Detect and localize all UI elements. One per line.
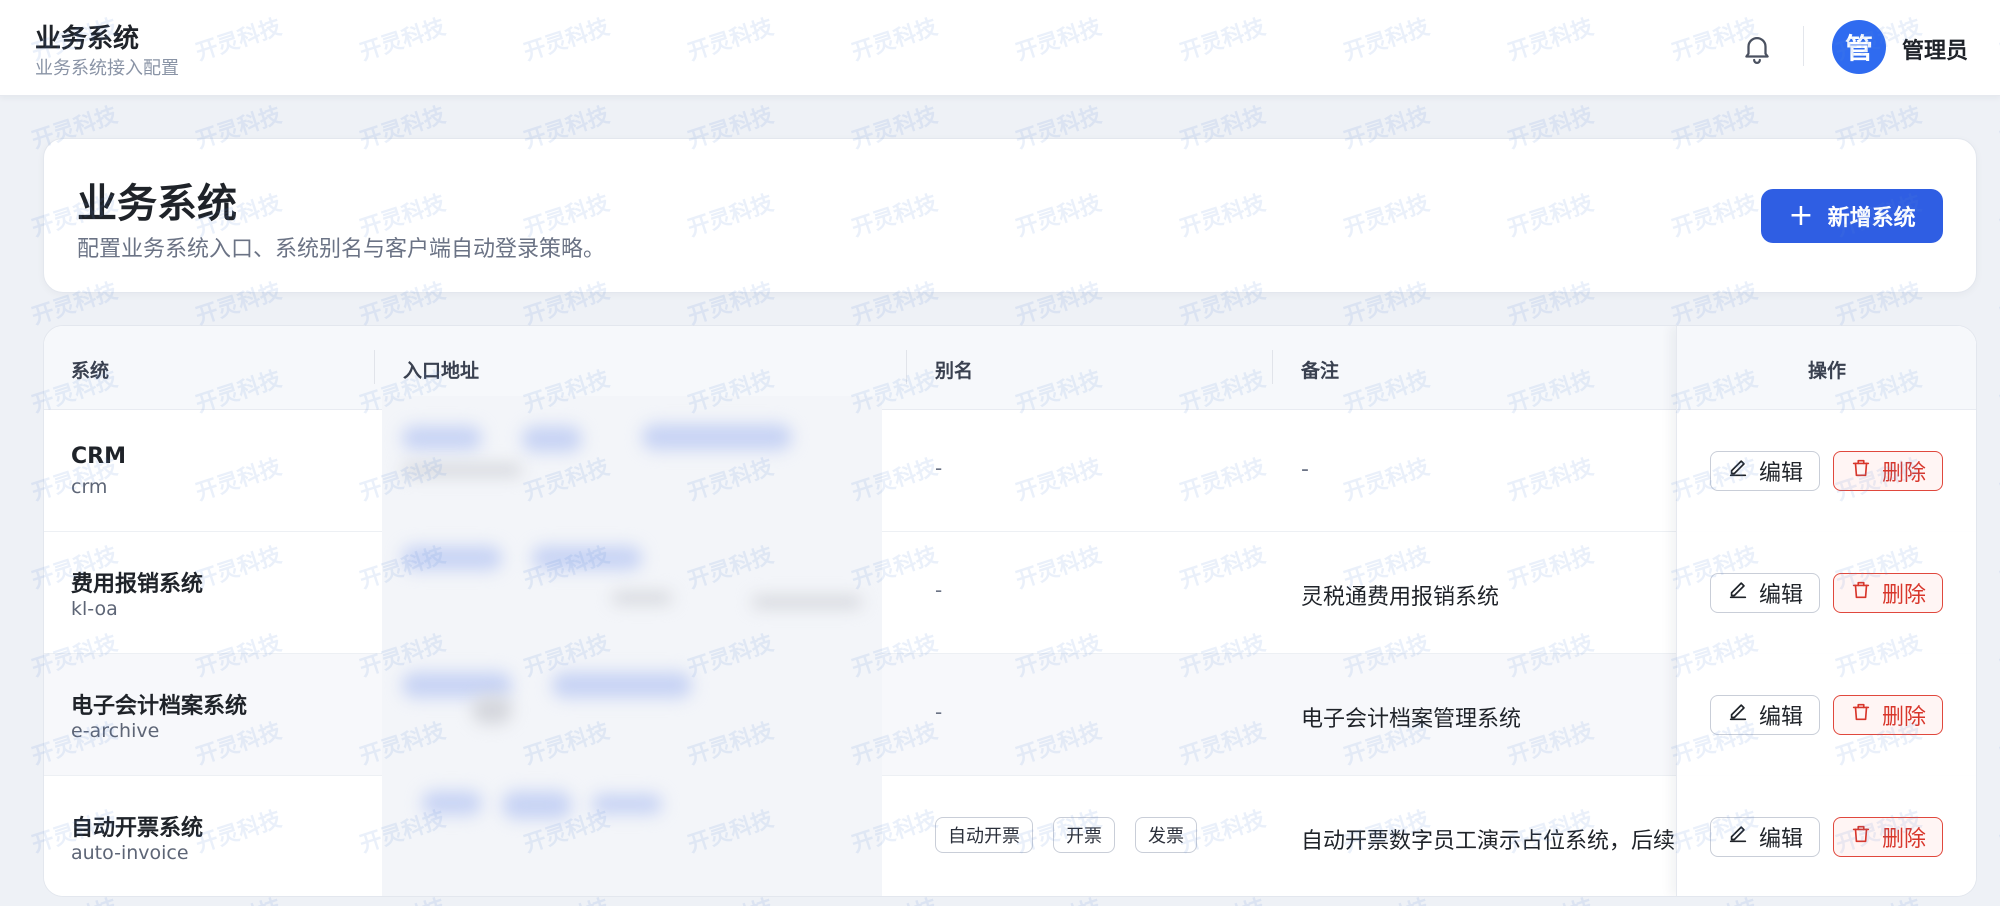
trash-icon: [1850, 701, 1872, 729]
watermark-text: 开灵科技: [1997, 366, 2000, 418]
add-system-button[interactable]: + 新增系统: [1761, 189, 1943, 243]
alias-tag: 自动开票: [935, 817, 1033, 853]
column-divider: [1272, 350, 1273, 384]
page-header-card: 业务系统 配置业务系统入口、系统别名与客户端自动登录策略。 + 新增系统: [43, 138, 1977, 293]
delete-label: 删除: [1881, 705, 1926, 730]
column-divider: [374, 350, 375, 384]
system-code: crm: [71, 476, 108, 498]
user-name[interactable]: 管理员: [1902, 33, 1968, 65]
app-subtitle: 业务系统接入配置: [35, 58, 179, 79]
edit-icon: [1727, 701, 1749, 729]
plus-icon: +: [1788, 198, 1814, 233]
add-system-label: 新增系统: [1827, 206, 1916, 231]
alias-tag: 开票: [1053, 817, 1115, 853]
app-title: 业务系统: [35, 24, 140, 54]
delete-button[interactable]: 删除: [1833, 817, 1943, 857]
column-header-url[interactable]: 入口地址: [403, 356, 479, 383]
alias-value: -: [935, 700, 943, 724]
edit-button[interactable]: 编辑: [1710, 451, 1820, 491]
remark-value: -: [1301, 457, 1309, 482]
page-title: 业务系统: [77, 181, 237, 227]
trash-icon: [1850, 457, 1872, 485]
remark-value: 电子会计档案管理系统: [1301, 707, 1522, 732]
system-code: kl-oa: [71, 598, 118, 620]
column-header-actions: 操作: [1807, 360, 1846, 382]
system-name: 自动开票系统: [71, 816, 204, 841]
column-divider: [906, 350, 907, 384]
topbar-divider: [1803, 26, 1804, 66]
alias-value: -: [935, 578, 943, 602]
trash-icon: [1850, 823, 1872, 851]
edit-icon: [1727, 823, 1749, 851]
alias-tags: 自动开票 开票 发票: [935, 817, 1197, 853]
edit-label: 编辑: [1758, 583, 1803, 608]
edit-label: 编辑: [1758, 461, 1803, 486]
systems-table: 系统 入口地址 别名 备注 CRM crm - - 费用报销系统 kl-oa -…: [43, 325, 1977, 897]
page-description: 配置业务系统入口、系统别名与客户端自动登录策略。: [77, 237, 606, 262]
column-header-remark[interactable]: 备注: [1301, 356, 1339, 383]
avatar[interactable]: 管: [1832, 20, 1886, 74]
system-name: CRM: [71, 444, 126, 469]
delete-button[interactable]: 删除: [1833, 451, 1943, 491]
bell-icon[interactable]: [1740, 30, 1774, 66]
watermark-text: 开灵科技: [1997, 542, 2000, 594]
watermark-text: 开灵科技: [1997, 190, 2000, 242]
edit-button[interactable]: 编辑: [1710, 573, 1820, 613]
column-header-system[interactable]: 系统: [71, 356, 109, 383]
system-code: auto-invoice: [71, 842, 189, 864]
entry-url-redacted: [382, 396, 882, 896]
column-header-alias[interactable]: 别名: [935, 356, 973, 383]
watermark-text: 开灵科技: [1997, 630, 2000, 682]
delete-label: 删除: [1881, 827, 1926, 852]
actions-header: 操作: [1677, 326, 1976, 410]
delete-label: 删除: [1881, 583, 1926, 608]
edit-label: 编辑: [1758, 827, 1803, 852]
remark-value: 自动开票数字员工演示占位系统，后续: [1301, 829, 1676, 854]
watermark-text: 开灵科技: [1997, 102, 2000, 154]
alias-tag: 发票: [1135, 817, 1197, 853]
actions-column: 操作 编辑 删除 编辑 删除 编辑 删除 编辑 删除: [1676, 326, 1976, 896]
delete-button[interactable]: 删除: [1833, 573, 1943, 613]
watermark-text: 开灵科技: [1997, 718, 2000, 770]
delete-button[interactable]: 删除: [1833, 695, 1943, 735]
system-name: 电子会计档案系统: [71, 694, 248, 719]
remark-value: 灵税通费用报销系统: [1301, 585, 1500, 610]
edit-button[interactable]: 编辑: [1710, 817, 1820, 857]
edit-button[interactable]: 编辑: [1710, 695, 1820, 735]
edit-label: 编辑: [1758, 705, 1803, 730]
watermark-text: 开灵科技: [1997, 278, 2000, 330]
watermark-text: 开灵科技: [1997, 454, 2000, 506]
trash-icon: [1850, 579, 1872, 607]
alias-value: -: [935, 456, 943, 480]
system-code: e-archive: [71, 720, 160, 742]
watermark-text: 开灵科技: [1995, 889, 2000, 906]
top-bar: 业务系统 业务系统接入配置 管 管理员: [0, 0, 2000, 96]
edit-icon: [1727, 579, 1749, 607]
watermark-text: 开灵科技: [1997, 806, 2000, 858]
delete-label: 删除: [1881, 461, 1926, 486]
edit-icon: [1727, 457, 1749, 485]
system-name: 费用报销系统: [71, 572, 204, 597]
